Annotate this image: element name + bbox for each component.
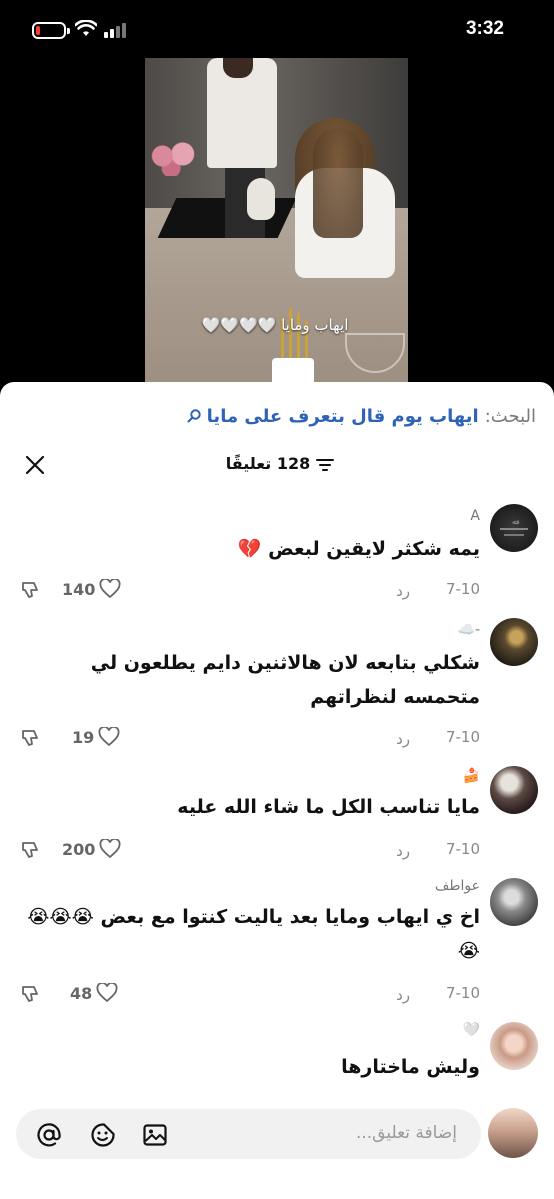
comment-item: 🍰 مايا تناسب الكل ما شاء الله عليه 7-10 … xyxy=(0,766,554,866)
video-player[interactable]: ايهاب ومايا 🤍🤍🤍🤍 xyxy=(145,58,408,388)
like-button[interactable]: 19 xyxy=(72,727,120,747)
comment-author[interactable]: عواطف xyxy=(435,878,480,894)
comment-date: 7-10 xyxy=(445,840,480,858)
heart-icon xyxy=(98,727,120,747)
comment-author[interactable]: 🍰 xyxy=(463,768,480,784)
mention-icon[interactable] xyxy=(36,1122,62,1148)
comment-author[interactable]: 🤍 xyxy=(463,1022,480,1038)
comment-author[interactable]: A xyxy=(470,508,480,524)
filter-icon xyxy=(316,457,335,471)
like-button[interactable]: 200 xyxy=(62,839,121,859)
comment-meta: 7-10 رد 48 xyxy=(20,983,480,1008)
heart-icon xyxy=(99,839,121,859)
reply-button[interactable]: رد xyxy=(396,730,410,748)
like-button[interactable]: 140 xyxy=(62,579,121,599)
comment-item: ﷲ A يمه شكثر لايقين لبعض 💔 7-10 رد 140 xyxy=(0,504,554,604)
like-count: 19 xyxy=(72,727,95,747)
avatar[interactable]: ﷲ xyxy=(490,504,538,552)
status-bar: 3:32 xyxy=(0,0,554,60)
battery-icon xyxy=(32,22,70,39)
heart-icon xyxy=(96,983,118,1003)
comments-header: 128 تعليقًا xyxy=(0,452,554,482)
search-icon xyxy=(187,409,201,423)
search-label: البحث: xyxy=(484,405,536,427)
video-caption: ايهاب ومايا 🤍🤍🤍🤍 xyxy=(201,316,349,334)
search-query-link[interactable]: ايهاب يوم قال بتعرف على مايا xyxy=(207,406,479,427)
avatar[interactable] xyxy=(490,618,538,666)
reply-button[interactable]: رد xyxy=(396,986,410,1004)
wifi-icon xyxy=(74,19,98,42)
comments-sheet: البحث: ايهاب يوم قال بتعرف على مايا 128 … xyxy=(0,382,554,1199)
comment-text: اخ ي ايهاب ومايا بعد ياليت كنتوا مع بعض … xyxy=(27,906,480,962)
current-user-avatar[interactable] xyxy=(488,1108,538,1158)
dislike-icon[interactable] xyxy=(20,728,42,748)
emoji-icon[interactable] xyxy=(90,1122,116,1148)
comment-date: 7-10 xyxy=(445,728,480,746)
comment-author[interactable]: -☁️ xyxy=(458,622,480,638)
comment-text: شكلي بتابعه لان هالاثنين دايم يطلعون لي … xyxy=(90,652,480,708)
like-button[interactable]: 48 xyxy=(70,983,118,1003)
dislike-icon[interactable] xyxy=(20,984,42,1004)
comment-count-label: 128 تعليقًا xyxy=(225,454,311,473)
comment-date: 7-10 xyxy=(445,984,480,1002)
comment-item: عواطف اخ ي ايهاب ومايا بعد ياليت كنتوا م… xyxy=(0,878,554,1018)
comment-text: مايا تناسب الكل ما شاء الله عليه xyxy=(177,796,480,818)
comment-date: 7-10 xyxy=(445,580,480,598)
comment-text: يمه شكثر لايقين لبعض 💔 xyxy=(237,538,480,560)
comment-item: 🤍 وليش ماختارها xyxy=(0,1022,554,1092)
status-time: 3:32 xyxy=(465,18,504,39)
heart-icon xyxy=(99,579,121,599)
avatar[interactable] xyxy=(490,1022,538,1070)
like-count: 140 xyxy=(62,579,96,599)
avatar[interactable] xyxy=(490,766,538,814)
comment-text: وليش ماختارها xyxy=(341,1056,480,1078)
close-icon[interactable] xyxy=(24,454,46,476)
comment-count-button[interactable]: 128 تعليقًا xyxy=(210,454,350,473)
comment-input-bar[interactable]: إضافة تعليق... xyxy=(16,1109,481,1159)
cellular-signal-icon xyxy=(104,22,126,38)
comment-item: -☁️ شكلي بتابعه لان هالاثنين دايم يطلعون… xyxy=(0,618,554,758)
dislike-icon[interactable] xyxy=(20,580,42,600)
avatar[interactable] xyxy=(490,878,538,926)
comment-input[interactable]: إضافة تعليق... xyxy=(356,1123,457,1143)
svg-text:ﷲ: ﷲ xyxy=(512,519,519,526)
comment-meta: 7-10 رد 140 xyxy=(20,579,480,604)
reply-button[interactable]: رد xyxy=(396,582,410,600)
like-count: 48 xyxy=(70,983,93,1003)
like-count: 200 xyxy=(62,839,96,859)
dislike-icon[interactable] xyxy=(20,840,42,860)
reply-button[interactable]: رد xyxy=(396,842,410,860)
related-search[interactable]: البحث: ايهاب يوم قال بتعرف على مايا xyxy=(187,402,536,430)
image-icon[interactable] xyxy=(142,1122,168,1148)
comment-meta: 7-10 رد 19 xyxy=(20,727,480,752)
comment-meta: 7-10 رد 200 xyxy=(20,839,480,864)
